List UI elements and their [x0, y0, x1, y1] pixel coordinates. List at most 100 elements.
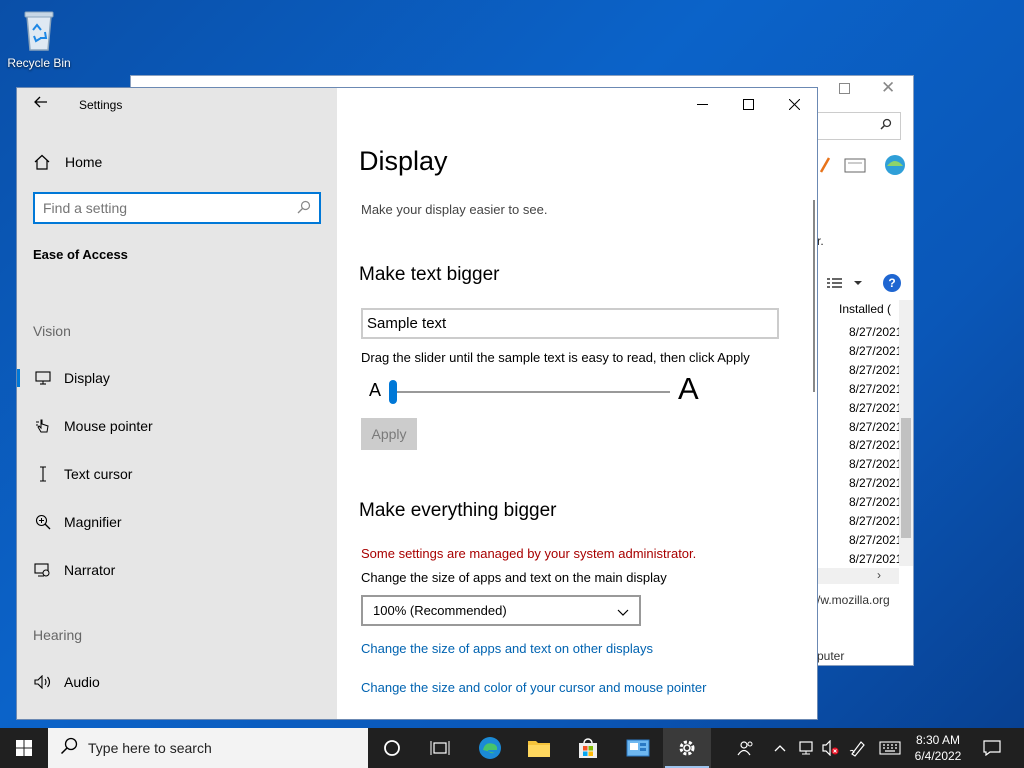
taskbar-search[interactable]: Type here to search [48, 728, 368, 768]
sidebar-item-magnifier[interactable]: Magnifier [17, 504, 337, 540]
network-icon [799, 741, 813, 755]
close-icon [788, 98, 800, 110]
sidebar-item-label: Text cursor [64, 466, 133, 482]
link-other-displays[interactable]: Change the size of apps and text on othe… [361, 641, 653, 656]
recycle-bin-desktop-icon[interactable]: Recycle Bin [6, 6, 72, 76]
date-cell: 8/27/2021 [849, 476, 903, 491]
scale-label: Change the size of apps and text on the … [361, 570, 667, 585]
date-cell: 8/27/2021 [849, 343, 903, 358]
settings-window[interactable]: Settings Home Ease of Access Vision Disp… [16, 87, 818, 720]
volume-button[interactable] [820, 728, 842, 768]
volume-muted-icon [822, 740, 839, 756]
taskbar-settings[interactable] [663, 728, 711, 768]
scale-dropdown[interactable]: 100% (Recommended) [361, 595, 641, 626]
find-setting-input[interactable] [43, 195, 283, 221]
settings-sidebar: Settings Home Ease of Access Vision Disp… [17, 88, 337, 719]
sidebar-item-text-cursor[interactable]: Text cursor [17, 456, 337, 492]
sidebar-item-label: Audio [64, 674, 100, 690]
search-icon [60, 737, 78, 760]
date-cell: 8/27/2021 [849, 381, 903, 396]
action-center-button[interactable] [978, 728, 1006, 768]
find-setting-search[interactable] [33, 192, 321, 224]
recycle-bin-icon [24, 11, 54, 51]
sidebar-item-label: Narrator [64, 562, 116, 578]
taskbar: Type here to search 8:30 AM 6/4/2022 [0, 728, 1024, 768]
bg-toolbar [819, 152, 911, 178]
slider-max-label: A [678, 371, 699, 406]
sidebar-item-label: Display [64, 370, 110, 386]
monitor-icon [33, 371, 53, 385]
text-size-slider-thumb[interactable] [389, 380, 397, 404]
window-controls [679, 88, 817, 120]
cortana-button[interactable] [368, 728, 416, 768]
home-label: Home [65, 154, 103, 170]
maximize-button[interactable] [725, 88, 771, 120]
chevron-right-icon[interactable]: › [877, 568, 881, 582]
date-cell: 8/27/2021 [849, 457, 903, 472]
bg-horizontal-scrollbar[interactable]: › [817, 568, 899, 584]
bg-maximize-icon[interactable] [839, 83, 850, 94]
search-icon [880, 118, 892, 133]
link-cursor-size[interactable]: Change the size and color of your cursor… [361, 680, 706, 695]
bg-view-options[interactable]: ? [825, 272, 905, 294]
people-button[interactable] [734, 728, 758, 768]
text-bigger-heading: Make text bigger [359, 264, 500, 285]
date-cell: 8/27/2021 [849, 362, 903, 377]
tray-overflow-button[interactable] [772, 728, 788, 768]
sidebar-item-narrator[interactable]: Narrator [17, 552, 337, 588]
keyboard-icon [879, 741, 901, 755]
people-icon [737, 741, 753, 756]
start-button[interactable] [0, 728, 48, 768]
speaker-icon [33, 675, 53, 689]
taskbar-edge[interactable] [466, 728, 514, 768]
sidebar-item-label: Magnifier [64, 514, 122, 530]
clock-time: 8:30 AM [915, 733, 961, 747]
slider-instruction: Drag the slider until the sample text is… [361, 350, 750, 365]
notification-icon [983, 740, 1001, 756]
store-bag-icon [579, 738, 597, 758]
task-view-icon [430, 741, 450, 755]
back-button[interactable] [33, 94, 55, 116]
date-cell: 8/27/2021 [849, 495, 903, 510]
section-title: Ease of Access [33, 247, 128, 262]
taskbar-file-explorer[interactable] [515, 728, 563, 768]
bg-date-list: 8/27/2021 8/27/2021 8/27/2021 8/27/2021 … [849, 323, 902, 569]
date-cell: 8/27/2021 [849, 325, 903, 339]
settings-content: Display Make your display easier to see.… [337, 88, 817, 719]
sidebar-item-mouse-pointer[interactable]: Mouse pointer [17, 408, 337, 444]
bg-status-text: puter [817, 649, 845, 663]
window-title: Settings [79, 98, 123, 112]
pen-icon [849, 741, 865, 757]
bg-close-icon[interactable]: ✕ [881, 78, 895, 98]
close-button[interactable] [771, 88, 817, 120]
pen-workspace-button[interactable] [846, 728, 870, 768]
clock-date: 6/4/2022 [914, 749, 962, 763]
folder-icon [528, 741, 550, 757]
page-title: Display [359, 146, 448, 176]
scale-selected-value: 100% (Recommended) [373, 603, 507, 618]
sidebar-item-audio[interactable]: Audio [17, 664, 337, 700]
taskbar-control-panel[interactable] [614, 728, 662, 768]
apply-button[interactable]: Apply [361, 418, 417, 450]
maximize-icon [742, 98, 754, 110]
control-panel-icon [626, 739, 650, 757]
sidebar-home[interactable]: Home [33, 152, 102, 172]
bg-scroll-thumb[interactable] [901, 418, 911, 538]
date-cell: 8/27/2021 [849, 419, 903, 434]
bg-column-installed[interactable]: Installed ( [839, 302, 891, 316]
network-button[interactable] [796, 728, 818, 768]
content-scrollbar[interactable] [813, 200, 815, 392]
date-cell: 8/27/2021 [849, 532, 903, 547]
bg-vertical-scrollbar[interactable] [899, 300, 913, 566]
task-view-button[interactable] [416, 728, 464, 768]
minimize-button[interactable] [679, 88, 725, 120]
touch-keyboard-button[interactable] [876, 728, 904, 768]
system-clock[interactable]: 8:30 AM 6/4/2022 [906, 732, 970, 764]
bg-search-input[interactable] [811, 112, 901, 140]
text-size-slider-track[interactable] [392, 391, 670, 393]
back-arrow-icon [34, 96, 47, 108]
taskbar-store[interactable] [564, 728, 612, 768]
everything-bigger-heading: Make everything bigger [359, 500, 557, 521]
sidebar-item-display[interactable]: Display [17, 360, 337, 396]
page-subtitle: Make your display easier to see. [361, 202, 548, 217]
